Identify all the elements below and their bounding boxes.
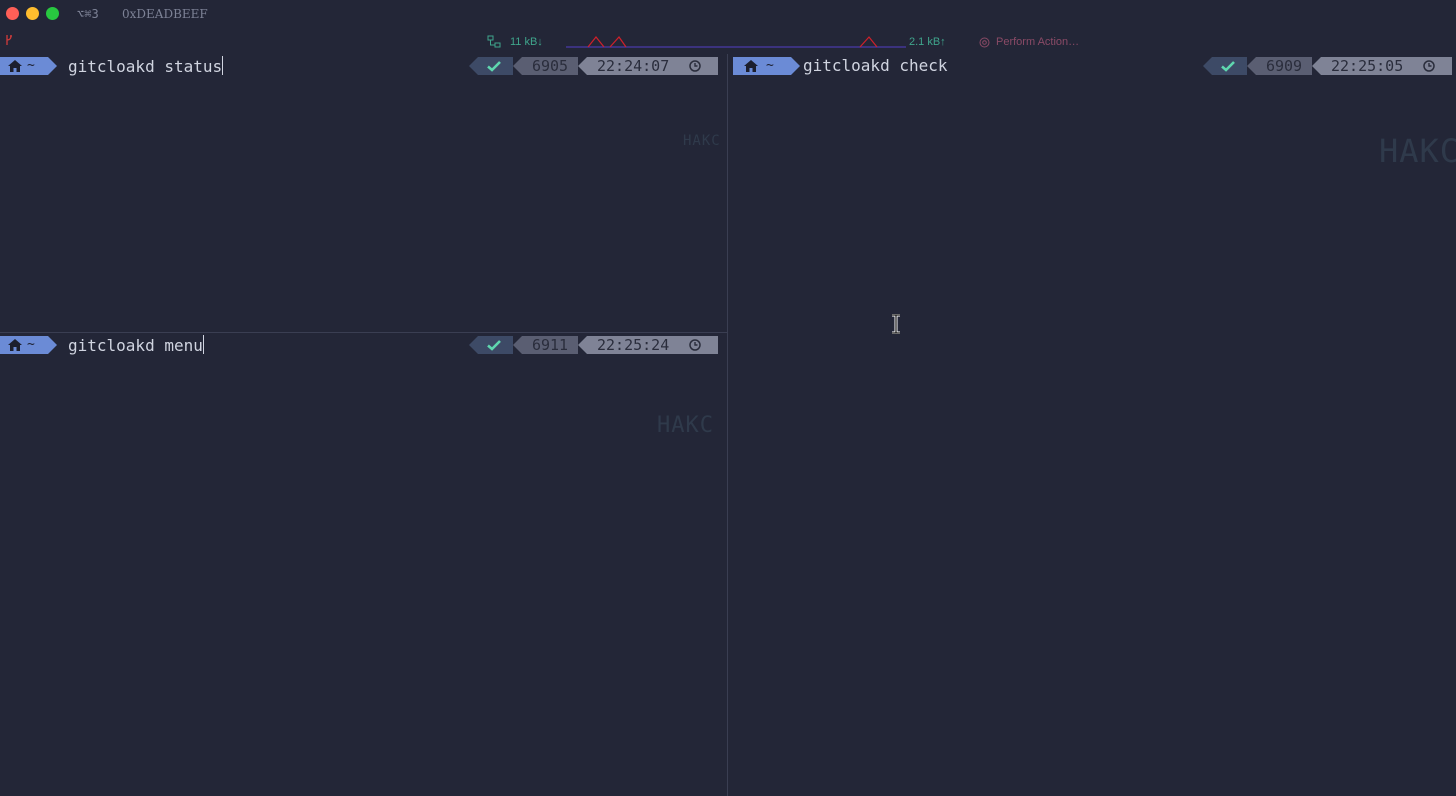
clock-icon bbox=[689, 339, 701, 351]
command-line[interactable]: gitcloakd check bbox=[803, 56, 948, 76]
network-icon bbox=[487, 35, 501, 48]
clock-icon bbox=[689, 60, 701, 72]
terminal-pane-bottom-left[interactable]: ~ gitcloakd menu 6911 22:25:24 HAKC bbox=[0, 333, 727, 796]
git-branch-icon bbox=[6, 35, 12, 45]
time-segment: 22:25:24 bbox=[578, 336, 718, 354]
command-text: gitcloakd menu bbox=[68, 336, 203, 355]
command-text: gitcloakd check bbox=[803, 56, 948, 75]
minimize-window-button[interactable] bbox=[26, 7, 39, 20]
prompt-directory: ~ bbox=[27, 337, 35, 352]
prompt-directory: ~ bbox=[766, 58, 774, 73]
history-number-segment: 6911 bbox=[513, 336, 578, 354]
clock-icon bbox=[1423, 60, 1435, 72]
prompt-right-status: 6909 22:25:05 bbox=[1203, 57, 1452, 75]
exit-status-segment bbox=[469, 336, 513, 354]
pane-watermark: HAKC bbox=[1379, 132, 1456, 170]
tab-shortcut: ⌥⌘3 bbox=[77, 7, 99, 21]
pane-watermark: HAKC bbox=[683, 133, 721, 149]
check-icon bbox=[487, 340, 501, 351]
history-number: 6909 bbox=[1265, 57, 1303, 75]
pane-watermark: HAKC bbox=[657, 413, 714, 438]
command-time: 22:24:07 bbox=[597, 57, 670, 75]
status-bar: 11 kB↓ 2.1 kB↑ Perform Action… bbox=[0, 28, 1456, 54]
network-activity-graph bbox=[566, 36, 906, 48]
network-upload-rate: 2.1 kB↑ bbox=[909, 36, 946, 48]
history-number-segment: 6905 bbox=[513, 57, 578, 75]
network-download-rate: 11 kB↓ bbox=[510, 36, 543, 48]
time-segment: 22:25:05 bbox=[1312, 57, 1452, 75]
history-number: 6911 bbox=[531, 336, 569, 354]
history-number-segment: 6909 bbox=[1247, 57, 1312, 75]
check-icon bbox=[1221, 61, 1235, 72]
prompt-right-status: 6905 22:24:07 bbox=[469, 57, 718, 75]
text-cursor bbox=[202, 335, 204, 354]
text-cursor bbox=[222, 56, 224, 75]
close-window-button[interactable] bbox=[6, 7, 19, 20]
prompt-directory-segment: ~ bbox=[733, 57, 800, 75]
prompt-right-status: 6911 22:25:24 bbox=[469, 336, 718, 354]
home-icon bbox=[8, 60, 22, 72]
check-icon bbox=[487, 61, 501, 72]
command-time: 22:25:05 bbox=[1331, 57, 1404, 75]
command-line[interactable]: gitcloakd menu bbox=[68, 335, 204, 356]
exit-status-segment bbox=[469, 57, 513, 75]
command-time: 22:25:24 bbox=[597, 336, 670, 354]
window-title: 0xDEADBEEF bbox=[122, 7, 208, 21]
home-icon bbox=[8, 339, 22, 351]
terminal-pane-top-left[interactable]: ~ gitcloakd status 6905 22:24:07 HAKC bbox=[0, 54, 727, 332]
terminal-pane-right[interactable]: ~ gitcloakd check 6909 22:25:05 HAKC bbox=[728, 54, 1456, 796]
command-line[interactable]: gitcloakd status bbox=[68, 56, 224, 77]
maximize-window-button[interactable] bbox=[46, 7, 59, 20]
perform-action-button[interactable]: Perform Action… bbox=[996, 36, 1079, 48]
text-cursor-ibeam-icon bbox=[892, 314, 900, 334]
history-number: 6905 bbox=[531, 57, 569, 75]
time-segment: 22:24:07 bbox=[578, 57, 718, 75]
prompt-directory: ~ bbox=[27, 58, 35, 73]
target-icon bbox=[979, 37, 990, 48]
prompt-directory-segment: ~ bbox=[0, 57, 57, 75]
prompt-directory-segment: ~ bbox=[0, 336, 57, 354]
command-text: gitcloakd status bbox=[68, 57, 223, 76]
exit-status-segment bbox=[1203, 57, 1247, 75]
title-bar: ⌥⌘3 0xDEADBEEF bbox=[0, 0, 1456, 28]
home-icon bbox=[744, 60, 758, 72]
